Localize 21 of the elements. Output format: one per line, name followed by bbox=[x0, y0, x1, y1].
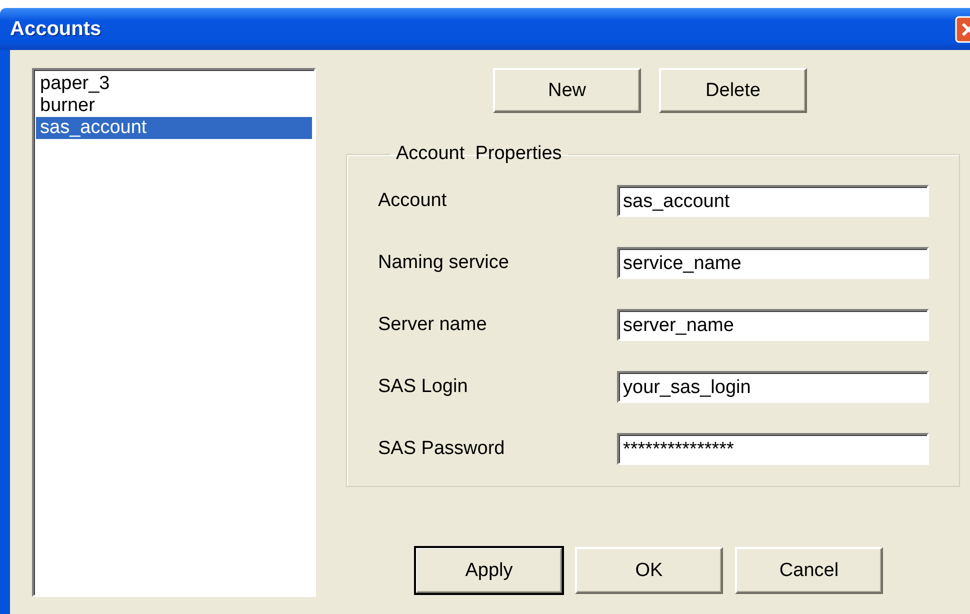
input-field[interactable]: sas_account bbox=[617, 185, 929, 217]
window-title: Accounts bbox=[10, 18, 102, 40]
push-button[interactable]: OK bbox=[575, 547, 723, 594]
push-button[interactable]: New bbox=[493, 68, 641, 113]
push-button[interactable]: Apply bbox=[415, 547, 563, 594]
field-label: Naming service bbox=[378, 252, 509, 274]
input-field[interactable]: server_name bbox=[617, 309, 929, 341]
field-label: Account bbox=[378, 190, 447, 212]
field-label: SAS Password bbox=[378, 438, 505, 460]
field-label: SAS Login bbox=[378, 376, 468, 398]
group-title: Account Properties bbox=[395, 143, 563, 165]
push-button[interactable]: Delete bbox=[659, 68, 807, 113]
push-button[interactable]: Cancel bbox=[735, 547, 883, 594]
list-item[interactable]: paper_3 bbox=[36, 73, 312, 95]
list-item[interactable]: burner bbox=[36, 95, 312, 117]
input-field[interactable]: service_name bbox=[617, 247, 929, 279]
input-field[interactable]: *************** bbox=[617, 433, 929, 465]
field-label: Server name bbox=[378, 314, 487, 336]
input-field[interactable]: your_sas_login bbox=[617, 371, 929, 403]
account-list[interactable]: paper_3 burner sas_account bbox=[32, 68, 316, 597]
list-item[interactable]: sas_account bbox=[36, 117, 312, 139]
